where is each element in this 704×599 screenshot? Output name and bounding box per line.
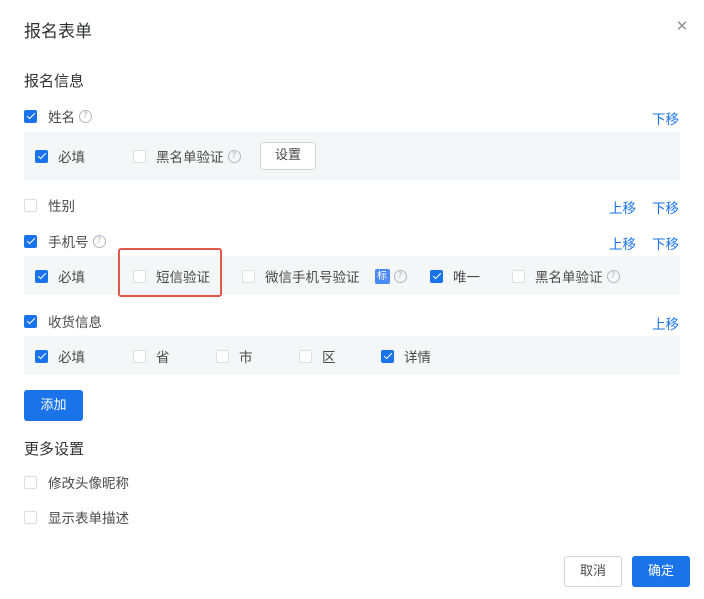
name-required-option[interactable]: 必填 bbox=[35, 146, 85, 166]
help-icon[interactable]: ? bbox=[92, 234, 106, 248]
shipping-city-label: 市 bbox=[239, 350, 253, 366]
phone-blacklist-checkbox[interactable] bbox=[512, 269, 525, 283]
shipping-province-label: 省 bbox=[156, 350, 170, 366]
edit-avatar-row[interactable]: 修改头像昵称 bbox=[24, 472, 129, 492]
shipping-detail-checkbox[interactable] bbox=[381, 349, 394, 363]
help-icon[interactable]: ? bbox=[606, 269, 620, 283]
section-title-more-settings: 更多设置 bbox=[24, 440, 85, 458]
field-phone-label: 手机号 bbox=[48, 235, 89, 251]
shipping-detail-label: 详情 bbox=[404, 350, 431, 366]
field-phone-checkbox[interactable] bbox=[24, 234, 37, 248]
field-gender-checkbox[interactable] bbox=[24, 198, 37, 212]
shipping-required-label: 必填 bbox=[58, 350, 85, 366]
help-icon[interactable]: ? bbox=[227, 149, 241, 163]
field-gender-row: 性别 bbox=[24, 195, 75, 215]
field-shipping-checkbox[interactable] bbox=[24, 314, 37, 328]
field-shipping-move-up[interactable]: 上移 bbox=[652, 313, 679, 333]
field-shipping-row: 收货信息 bbox=[24, 311, 102, 331]
field-name-options-panel: 必填 黑名单验证 ? bbox=[24, 132, 680, 180]
field-name-move-down[interactable]: 下移 bbox=[652, 108, 679, 128]
show-desc-label: 显示表单描述 bbox=[48, 511, 129, 527]
section-title-info: 报名信息 bbox=[24, 72, 85, 90]
phone-unique-label: 唯一 bbox=[453, 270, 480, 286]
phone-wechat-verify-checkbox[interactable] bbox=[242, 269, 255, 283]
phone-wechat-verify-option[interactable]: 微信手机号验证 标 ? bbox=[242, 266, 407, 286]
help-icon[interactable]: ? bbox=[79, 109, 92, 123]
cancel-button[interactable]: 取消 bbox=[564, 556, 622, 587]
show-desc-row[interactable]: 显示表单描述 bbox=[24, 507, 129, 527]
shipping-required-option[interactable]: 必填 bbox=[35, 346, 85, 366]
phone-unique-option[interactable]: 唯一 bbox=[430, 266, 480, 286]
shipping-district-checkbox[interactable] bbox=[299, 349, 312, 363]
field-gender-label: 性别 bbox=[48, 199, 75, 215]
field-phone-move-down[interactable]: 下移 bbox=[652, 233, 679, 253]
edit-avatar-checkbox[interactable] bbox=[24, 475, 37, 489]
name-blacklist-checkbox[interactable] bbox=[133, 149, 146, 163]
dialog-title: 报名表单 bbox=[24, 22, 92, 42]
field-shipping-options-panel: 必填 省 市 区 详情 bbox=[24, 336, 680, 375]
shipping-district-option[interactable]: 区 bbox=[299, 346, 336, 366]
phone-blacklist-option[interactable]: 黑名单验证 ? bbox=[512, 266, 620, 286]
field-name-label: 姓名 bbox=[48, 110, 75, 126]
close-icon[interactable]: ✕ bbox=[674, 18, 690, 34]
shipping-detail-option[interactable]: 详情 bbox=[381, 346, 431, 366]
name-required-label: 必填 bbox=[58, 150, 85, 166]
add-field-button[interactable]: 添加 bbox=[24, 390, 83, 421]
shipping-province-option[interactable]: 省 bbox=[133, 346, 170, 366]
field-name-checkbox[interactable] bbox=[24, 109, 37, 123]
shipping-district-label: 区 bbox=[322, 350, 336, 366]
confirm-button[interactable]: 确定 bbox=[632, 556, 690, 587]
field-gender-move-up[interactable]: 上移 bbox=[609, 197, 636, 217]
sms-verify-highlight-box bbox=[118, 248, 222, 297]
name-required-checkbox[interactable] bbox=[35, 149, 48, 163]
name-blacklist-option[interactable]: 黑名单验证 ? bbox=[133, 146, 241, 166]
phone-wechat-verify-label: 微信手机号验证 bbox=[265, 270, 360, 286]
shipping-province-checkbox[interactable] bbox=[133, 349, 146, 363]
field-phone-move-up[interactable]: 上移 bbox=[609, 233, 636, 253]
help-icon[interactable]: ? bbox=[393, 269, 407, 283]
name-blacklist-label: 黑名单验证 bbox=[156, 150, 224, 166]
phone-required-checkbox[interactable] bbox=[35, 269, 48, 283]
phone-required-option[interactable]: 必填 bbox=[35, 266, 85, 286]
field-shipping-label: 收货信息 bbox=[48, 315, 102, 331]
phone-required-label: 必填 bbox=[58, 270, 85, 286]
shipping-city-checkbox[interactable] bbox=[216, 349, 229, 363]
field-phone-row: 手机号 ? bbox=[24, 231, 106, 251]
standard-badge-icon: 标 bbox=[374, 268, 390, 284]
phone-blacklist-label: 黑名单验证 bbox=[535, 270, 603, 286]
shipping-city-option[interactable]: 市 bbox=[216, 346, 253, 366]
edit-avatar-label: 修改头像昵称 bbox=[48, 476, 129, 492]
name-settings-button[interactable]: 设置 bbox=[260, 142, 316, 170]
field-gender-move-down[interactable]: 下移 bbox=[652, 197, 679, 217]
phone-unique-checkbox[interactable] bbox=[430, 269, 443, 283]
show-desc-checkbox[interactable] bbox=[24, 510, 37, 524]
shipping-required-checkbox[interactable] bbox=[35, 349, 48, 363]
field-name-row: 姓名 ? bbox=[24, 106, 92, 126]
